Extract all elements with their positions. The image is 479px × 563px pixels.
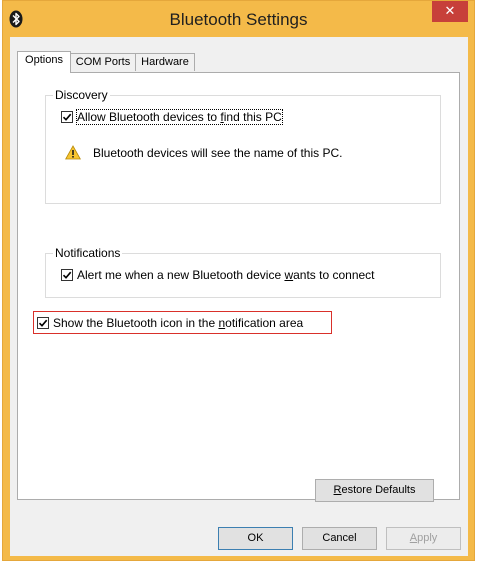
discovery-warning-text: Bluetooth devices will see the name of t… [93, 145, 343, 160]
tab-label: COM Ports [75, 56, 131, 68]
tab-label: Hardware [141, 56, 189, 68]
notifications-group: Notifications Alert me when a new Blueto… [45, 246, 441, 298]
allow-discovery-label: Allow Bluetooth devices to find this PC [76, 109, 283, 125]
allow-discovery-checkbox[interactable]: Allow Bluetooth devices to find this PC [61, 109, 283, 125]
checkmark-icon [62, 271, 72, 279]
apply-label: pply [417, 532, 438, 544]
discovery-warning: Bluetooth devices will see the name of t… [65, 145, 342, 160]
cancel-button[interactable]: Cancel [302, 527, 377, 550]
discovery-group-title: Discovery [53, 88, 110, 102]
checkbox-box[interactable] [61, 269, 73, 281]
close-icon: ✕ [444, 3, 456, 18]
apply-button[interactable]: Apply [386, 527, 461, 550]
show-bluetooth-icon-label: Show the Bluetooth icon in the notificat… [53, 316, 304, 330]
notifications-group-title: Notifications [53, 246, 123, 260]
options-panel: Discovery Allow Bluetooth devices to fin… [17, 72, 460, 500]
close-button[interactable]: ✕ [432, 1, 468, 22]
show-bluetooth-icon-checkbox[interactable]: Show the Bluetooth icon in the notificat… [37, 316, 303, 330]
warning-icon [65, 145, 81, 160]
dialog-client-area: Options COM Ports Hardware Discovery All… [10, 37, 468, 556]
tab-options[interactable]: Options [17, 51, 71, 73]
checkbox-box[interactable] [37, 317, 49, 329]
alert-new-device-label: Alert me when a new Bluetooth device wan… [77, 268, 375, 282]
restore-label: estore Defaults [341, 484, 416, 496]
apply-mnemonic: A [409, 532, 418, 544]
checkmark-icon [62, 113, 72, 121]
ok-button[interactable]: OK [218, 527, 293, 550]
discovery-group: Discovery Allow Bluetooth devices to fin… [45, 88, 441, 204]
alert-new-device-checkbox[interactable]: Alert me when a new Bluetooth device wan… [61, 268, 375, 282]
bluetooth-settings-window: Bluetooth Settings ✕ Options COM Ports H… [2, 0, 475, 561]
ok-label: OK [247, 532, 264, 544]
cancel-label: Cancel [322, 532, 357, 544]
window-title: Bluetooth Settings [169, 10, 308, 29]
tab-com-ports[interactable]: COM Ports [70, 53, 136, 71]
tab-hardware[interactable]: Hardware [135, 53, 195, 71]
title-bar[interactable]: Bluetooth Settings ✕ [3, 1, 474, 37]
restore-defaults-button[interactable]: Restore Defaults [315, 479, 434, 502]
checkbox-box[interactable] [61, 111, 73, 123]
checkmark-icon [38, 319, 48, 327]
tab-label: Options [25, 54, 63, 66]
